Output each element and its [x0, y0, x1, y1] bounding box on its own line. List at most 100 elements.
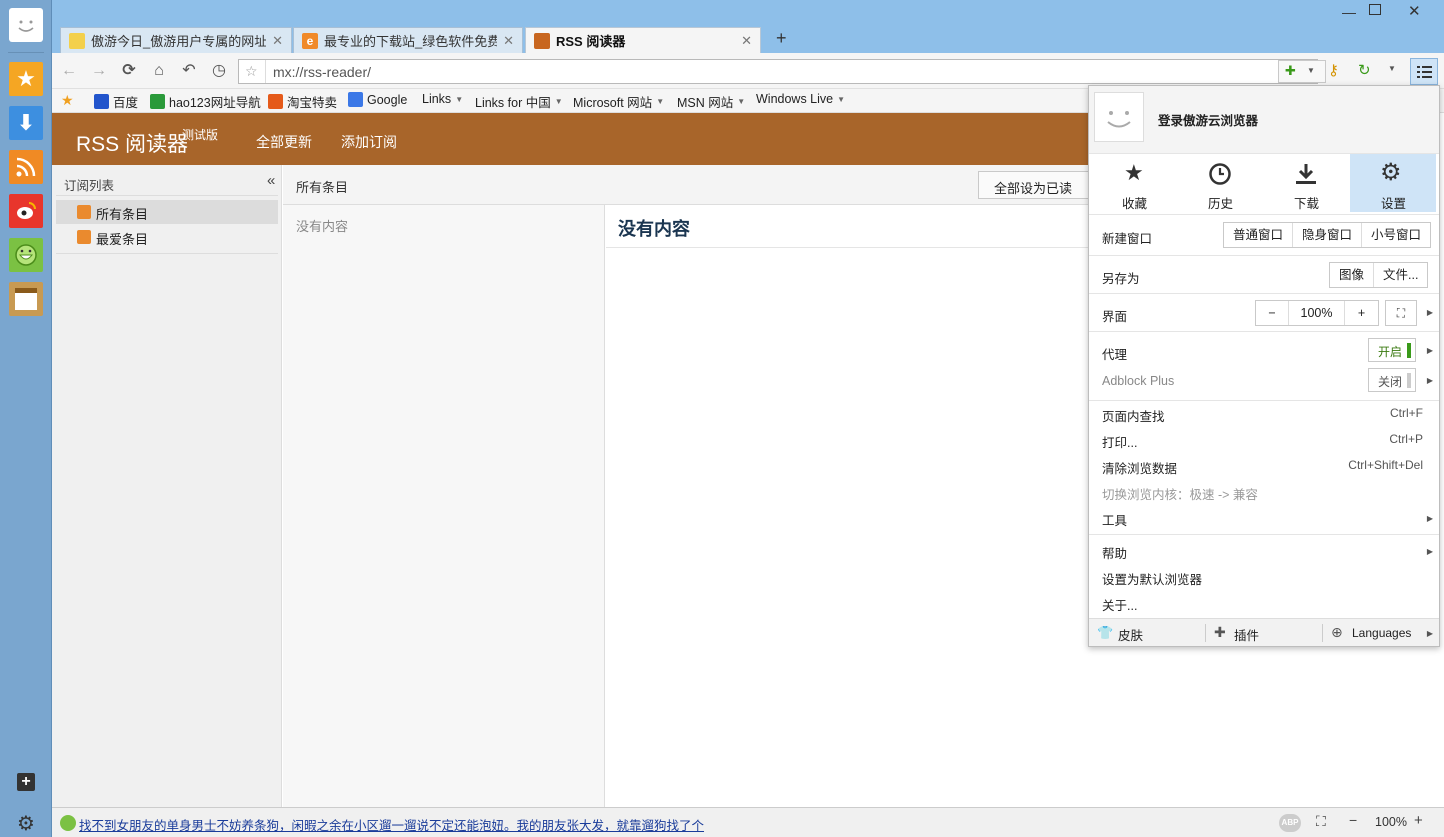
- gear-icon: ⚙: [1380, 159, 1402, 186]
- undo-close-icon[interactable]: ↶: [180, 62, 198, 80]
- quick-favorites-button[interactable]: ★ 收藏: [1091, 154, 1177, 212]
- save-as-label: 另存为: [1102, 272, 1140, 286]
- languages-button[interactable]: ⊕ Languages ▶: [1323, 619, 1439, 647]
- menu-item-help[interactable]: 帮助 ▶: [1089, 543, 1439, 565]
- zoom-in-button[interactable]: +: [1345, 301, 1378, 325]
- news-ticker-link[interactable]: 找不到女朋友的单身男士不妨养条狗，闲暇之余在小区遛一遛说不定还能泡妞。我的朋友张…: [79, 815, 704, 834]
- zoom-level[interactable]: 100%: [1375, 815, 1407, 829]
- save-image-button[interactable]: 图像: [1330, 263, 1375, 287]
- proxy-row[interactable]: 代理 开启 ▶: [1089, 337, 1439, 365]
- menu-item-find[interactable]: 页面内查找 Ctrl+F: [1089, 406, 1439, 428]
- adblock-status-icon[interactable]: ABP: [1279, 814, 1301, 832]
- fullscreen-icon[interactable]: ⛶: [1316, 813, 1326, 830]
- tab-maxthon-today[interactable]: 傲游今日_傲游用户专属的网址... ✕: [60, 27, 292, 53]
- forward-icon[interactable]: →: [90, 62, 108, 80]
- skin-button[interactable]: 👕 皮肤: [1089, 619, 1205, 647]
- user-avatar-icon[interactable]: [9, 8, 43, 42]
- quick-label: 历史: [1208, 197, 1234, 211]
- normal-window-button[interactable]: 普通窗口: [1224, 223, 1294, 247]
- home-icon[interactable]: ⌂: [150, 62, 168, 80]
- rss-icon[interactable]: [9, 150, 43, 184]
- bookmark-google[interactable]: Google: [348, 92, 407, 107]
- plugins-button[interactable]: ✚ 插件: [1206, 619, 1322, 647]
- address-bar[interactable]: ☆ mx://rss-reader/: [238, 59, 1318, 84]
- maximize-button[interactable]: [1369, 4, 1381, 15]
- menu-item-print[interactable]: 打印... Ctrl+P: [1089, 432, 1439, 454]
- rss-header: RSS 阅读器 测试版 全部更新 添加订阅: [52, 113, 1092, 165]
- feed-favorite-items[interactable]: 最爱条目: [56, 225, 278, 249]
- tab-rss-reader[interactable]: RSS 阅读器 ✕: [525, 27, 761, 53]
- quick-label: 收藏: [1122, 197, 1148, 211]
- menu-button[interactable]: [1410, 58, 1438, 85]
- feed-all-items[interactable]: 所有条目: [56, 200, 278, 224]
- close-window-button[interactable]: ✕: [1408, 2, 1421, 20]
- weibo-icon[interactable]: [9, 194, 43, 228]
- menu-item-about[interactable]: 关于...: [1089, 595, 1439, 617]
- accelerator-button[interactable]: ✚ ▼: [1278, 60, 1326, 83]
- menu-item-set-default[interactable]: 设置为默认浏览器: [1089, 569, 1439, 591]
- notes-icon[interactable]: [9, 282, 43, 316]
- more-icon[interactable]: ▼: [1388, 64, 1396, 73]
- fullscreen-icon[interactable]: ⛶: [1385, 300, 1417, 326]
- quick-download-button[interactable]: 下载: [1263, 154, 1349, 212]
- mark-all-read-button[interactable]: 全部设为已读: [978, 171, 1092, 199]
- quick-history-button[interactable]: 历史: [1177, 154, 1263, 212]
- menu-list-icon: [1417, 66, 1432, 78]
- quick-settings-button[interactable]: ⚙ 设置: [1350, 154, 1436, 212]
- bookmark-windows-live[interactable]: Windows Live ▼: [756, 92, 845, 106]
- new-tab-button[interactable]: +: [776, 28, 787, 49]
- bookmark-taobao[interactable]: 淘宝特卖: [268, 92, 337, 111]
- favorites-icon[interactable]: ★: [9, 62, 43, 96]
- bookmark-msn[interactable]: MSN 网站 ▼: [677, 92, 745, 111]
- feed-list-title: 订阅列表: [64, 179, 115, 193]
- address-input[interactable]: mx://rss-reader/: [273, 64, 371, 80]
- adblock-toggle[interactable]: 关闭: [1368, 368, 1416, 392]
- back-icon[interactable]: ←: [60, 62, 78, 80]
- article-title: 没有内容: [618, 219, 690, 239]
- settings-gear-icon[interactable]: ⚙: [9, 806, 43, 837]
- menu-item-label: 工具: [1102, 514, 1128, 528]
- save-file-button[interactable]: 文件...: [1374, 263, 1427, 287]
- small-window-button[interactable]: 小号窗口: [1362, 223, 1430, 247]
- tab-download-site[interactable]: e 最专业的下载站_绿色软件免费... ✕: [293, 27, 523, 53]
- clock-icon: [1209, 163, 1231, 185]
- side-panel: ★ ⬇ + ⚙: [0, 0, 52, 837]
- bookmark-label: MSN 网站: [677, 96, 734, 110]
- bookmark-microsoft[interactable]: Microsoft 网站 ▼: [573, 92, 664, 111]
- close-icon[interactable]: ✕: [272, 33, 283, 49]
- refresh-icon[interactable]: ⟳: [120, 62, 138, 80]
- zoom-in-icon[interactable]: +: [1414, 812, 1423, 829]
- bookmark-baidu[interactable]: 百度: [94, 92, 138, 111]
- menu-item-tools[interactable]: 工具 ▶: [1089, 510, 1439, 532]
- favorites-star-icon[interactable]: ★: [61, 92, 74, 109]
- add-subscription-button[interactable]: 添加订阅: [341, 132, 397, 152]
- translate-icon[interactable]: ↻: [1358, 61, 1371, 79]
- bookmark-label: Google: [367, 92, 408, 107]
- menu-item-label: 清除浏览数据: [1102, 462, 1178, 476]
- empty-list-text: 没有内容: [296, 219, 349, 234]
- zoom-out-button[interactable]: −: [1256, 301, 1289, 325]
- proxy-toggle[interactable]: 开启: [1368, 338, 1416, 362]
- zoom-out-icon[interactable]: −: [1349, 812, 1357, 828]
- menu-item-clear-data[interactable]: 清除浏览数据 Ctrl+Shift+Del: [1089, 458, 1439, 480]
- bookmark-links-china[interactable]: Links for 中国 ▼: [475, 92, 563, 111]
- submenu-arrow-icon: ▶: [1426, 376, 1433, 385]
- private-window-button[interactable]: 隐身窗口: [1293, 223, 1363, 247]
- close-icon[interactable]: ✕: [741, 33, 752, 49]
- history-clock-icon[interactable]: ◷: [210, 62, 228, 80]
- update-all-button[interactable]: 全部更新: [256, 132, 312, 152]
- adblock-row[interactable]: Adblock Plus 关闭 ▶: [1089, 367, 1439, 395]
- smiley-icon[interactable]: [9, 238, 43, 272]
- main-menu: 登录傲游云浏览器 ★ 收藏 历史 下载 ⚙ 设置 新建窗口 普通窗口 隐身窗口 …: [1088, 85, 1440, 647]
- collapse-icon[interactable]: «: [267, 172, 275, 189]
- close-icon[interactable]: ✕: [503, 33, 514, 49]
- add-panel-icon[interactable]: +: [17, 773, 35, 791]
- bookmark-star-icon[interactable]: ☆: [245, 63, 258, 80]
- bookmark-links[interactable]: Links ▼: [422, 92, 463, 106]
- login-section[interactable]: 登录傲游云浏览器: [1089, 86, 1439, 153]
- minimize-button[interactable]: —: [1342, 4, 1356, 20]
- bookmark-hao123[interactable]: hao123网址导航: [150, 92, 261, 111]
- key-icon[interactable]: ⚷: [1328, 61, 1339, 79]
- download-icon[interactable]: ⬇: [9, 106, 43, 140]
- chevron-down-icon: ▼: [554, 97, 563, 106]
